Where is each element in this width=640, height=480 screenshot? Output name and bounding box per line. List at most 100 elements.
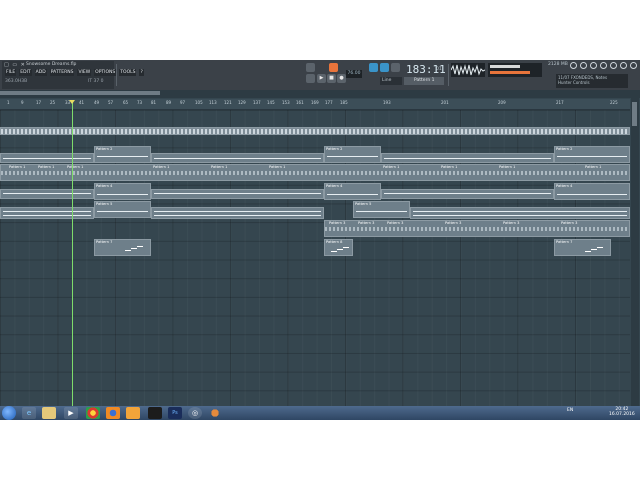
plugin-picker-icon[interactable] — [620, 62, 627, 69]
vertical-scrollbar[interactable] — [631, 98, 639, 406]
language-indicator[interactable]: EN — [567, 408, 573, 413]
playlist-clip[interactable]: Pattern 2 — [94, 146, 151, 163]
playlist-clip[interactable] — [151, 207, 324, 219]
pat-song-toggle-icon[interactable] — [306, 63, 315, 72]
playlist-clip[interactable]: Pattern 2 — [324, 146, 381, 163]
ruler-tick: 57 — [108, 100, 114, 105]
playlist-clip[interactable]: Pattern 7 — [94, 239, 151, 256]
playlist-clip[interactable] — [0, 189, 94, 199]
divider — [448, 64, 449, 86]
hint-panel: 11/07 FXONDEDS, Notes Hunter Controls — [556, 74, 628, 88]
playlist-clip[interactable]: Pattern 4 — [324, 183, 381, 200]
screen-top-margin — [0, 0, 640, 60]
firefox-icon[interactable] — [106, 407, 120, 419]
playlist-clip[interactable] — [0, 207, 94, 219]
playlist-clip[interactable] — [381, 153, 554, 163]
playlist-clip[interactable] — [410, 207, 630, 219]
playlist-clip[interactable]: Pattern 5 — [353, 201, 410, 218]
project-title: Snowsome Dreams.flp — [26, 62, 77, 67]
ruler-tick: 1 — [7, 100, 10, 105]
playlist-clip[interactable]: Pattern 1 Pattern 1 Pattern 1 Pattern 1 … — [0, 164, 630, 181]
title-menu-panel: □ ▭ ✕ Snowsome Dreams.flp FILE EDIT ADD … — [2, 61, 144, 89]
steam-icon[interactable]: ◎ — [188, 407, 202, 419]
record-icon[interactable]: ● — [337, 74, 346, 83]
ruler-tick: 185 — [340, 100, 348, 105]
mixer-icon[interactable] — [600, 62, 607, 69]
vertical-scrollbar-thumb[interactable] — [632, 102, 637, 126]
playlist-clip[interactable]: Pattern 8 — [324, 239, 353, 256]
snap-icon[interactable] — [369, 63, 378, 72]
window-controls[interactable]: □ ▭ ✕ — [4, 62, 26, 68]
stop-button[interactable]: ■ — [327, 74, 336, 83]
ruler-tick: 9 — [21, 100, 24, 105]
playlist-clip[interactable]: Pattern 4 — [554, 183, 630, 200]
record-button[interactable] — [329, 63, 338, 72]
menu-tools[interactable]: TOOLS — [119, 69, 137, 76]
ruler-tick: 81 — [151, 100, 157, 105]
browser-icon[interactable] — [610, 62, 617, 69]
playlist-clip[interactable]: Pattern 3 Pattern 3 Pattern 3 Pattern 3 … — [324, 220, 630, 237]
piano-roll-icon[interactable] — [580, 62, 587, 69]
media-icon[interactable]: ▶ — [64, 407, 78, 419]
clock-date: 16.07.2016 — [609, 412, 635, 417]
pattern-selector[interactable]: Pattern 1 — [404, 77, 444, 85]
fl-main-toolbar: □ ▭ ✕ Snowsome Dreams.flp FILE EDIT ADD … — [0, 60, 640, 91]
hint-text-right: IT 37 0 — [88, 79, 104, 84]
playlist-clip[interactable]: Pattern 5 — [94, 201, 151, 218]
playlist-icon[interactable] — [570, 62, 577, 69]
snap-select[interactable]: Line — [380, 77, 402, 85]
playlist-clip[interactable] — [0, 153, 94, 163]
playlist-clip[interactable]: Pattern 4 — [94, 183, 151, 200]
ruler-tick: 193 — [383, 100, 391, 105]
menu-file[interactable]: FILE — [5, 69, 17, 76]
playlist-window: 1 9 17 25 33 41 49 57 65 73 81 89 97 105… — [0, 90, 640, 406]
playhead-marker-icon[interactable] — [69, 100, 75, 104]
ie-icon[interactable]: e — [22, 407, 36, 419]
typing-keyboard-icon[interactable] — [380, 63, 389, 72]
channel-rack-icon[interactable] — [590, 62, 597, 69]
ruler-tick: 169 — [311, 100, 319, 105]
terminal-icon[interactable] — [148, 407, 162, 419]
divider — [116, 64, 117, 86]
fl-studio-icon[interactable] — [126, 407, 140, 419]
hint-line-2: Hunter Controls — [558, 80, 590, 85]
screen-bottom-margin — [0, 420, 640, 480]
photoshop-icon[interactable]: Ps — [168, 407, 182, 419]
playhead[interactable] — [72, 100, 73, 406]
song-mode-icon[interactable] — [306, 74, 315, 83]
oscilloscope-icon — [451, 63, 485, 77]
playlist-clip[interactable] — [151, 189, 324, 199]
song-position-ticks: 01 — [436, 67, 442, 72]
menu-patterns[interactable]: PATTERNS — [49, 69, 75, 76]
metronome-icon[interactable] — [391, 63, 400, 72]
playlist-clip[interactable]: Pattern 2 — [554, 146, 630, 163]
playlist-clip[interactable] — [0, 127, 630, 135]
menu-add[interactable]: ADD — [34, 69, 47, 76]
start-button[interactable] — [2, 406, 16, 420]
tempo-display[interactable]: 76.00 — [346, 70, 362, 78]
menu-help[interactable]: ? — [139, 69, 144, 76]
explorer-icon[interactable] — [42, 407, 56, 419]
ruler-tick: 209 — [498, 100, 506, 105]
help-icon[interactable] — [630, 62, 637, 69]
system-clock[interactable]: 20:42 16.07.2016 — [609, 407, 635, 417]
timeline-ruler[interactable]: 1 9 17 25 33 41 49 57 65 73 81 89 97 105… — [0, 99, 630, 110]
playlist-clip[interactable] — [151, 153, 324, 163]
playlist-scroll-track[interactable] — [0, 90, 640, 98]
play-button[interactable]: ▶ — [317, 74, 326, 83]
ruler-tick: 161 — [296, 100, 304, 105]
windows-taskbar: e ▶ Ps ◎ EN 20:42 16.07.2016 — [0, 406, 640, 420]
app-icon[interactable] — [208, 407, 222, 419]
horizontal-scrollbar-thumb[interactable] — [0, 91, 160, 95]
menu-view[interactable]: VIEW — [77, 69, 92, 76]
ruler-tick: 177 — [325, 100, 333, 105]
ruler-tick: 41 — [79, 100, 85, 105]
menu-options[interactable]: OPTIONS — [94, 69, 117, 76]
ruler-tick: 201 — [441, 100, 449, 105]
playlist-clip[interactable]: Pattern 7 — [554, 239, 611, 256]
ruler-tick: 217 — [556, 100, 564, 105]
menu-edit[interactable]: EDIT — [19, 69, 32, 76]
playlist-grid[interactable]: Pattern 2 Pattern 2 Pattern 2 Pattern 1 … — [0, 110, 630, 406]
chrome-icon[interactable] — [86, 407, 100, 419]
playlist-clip[interactable] — [381, 189, 554, 199]
